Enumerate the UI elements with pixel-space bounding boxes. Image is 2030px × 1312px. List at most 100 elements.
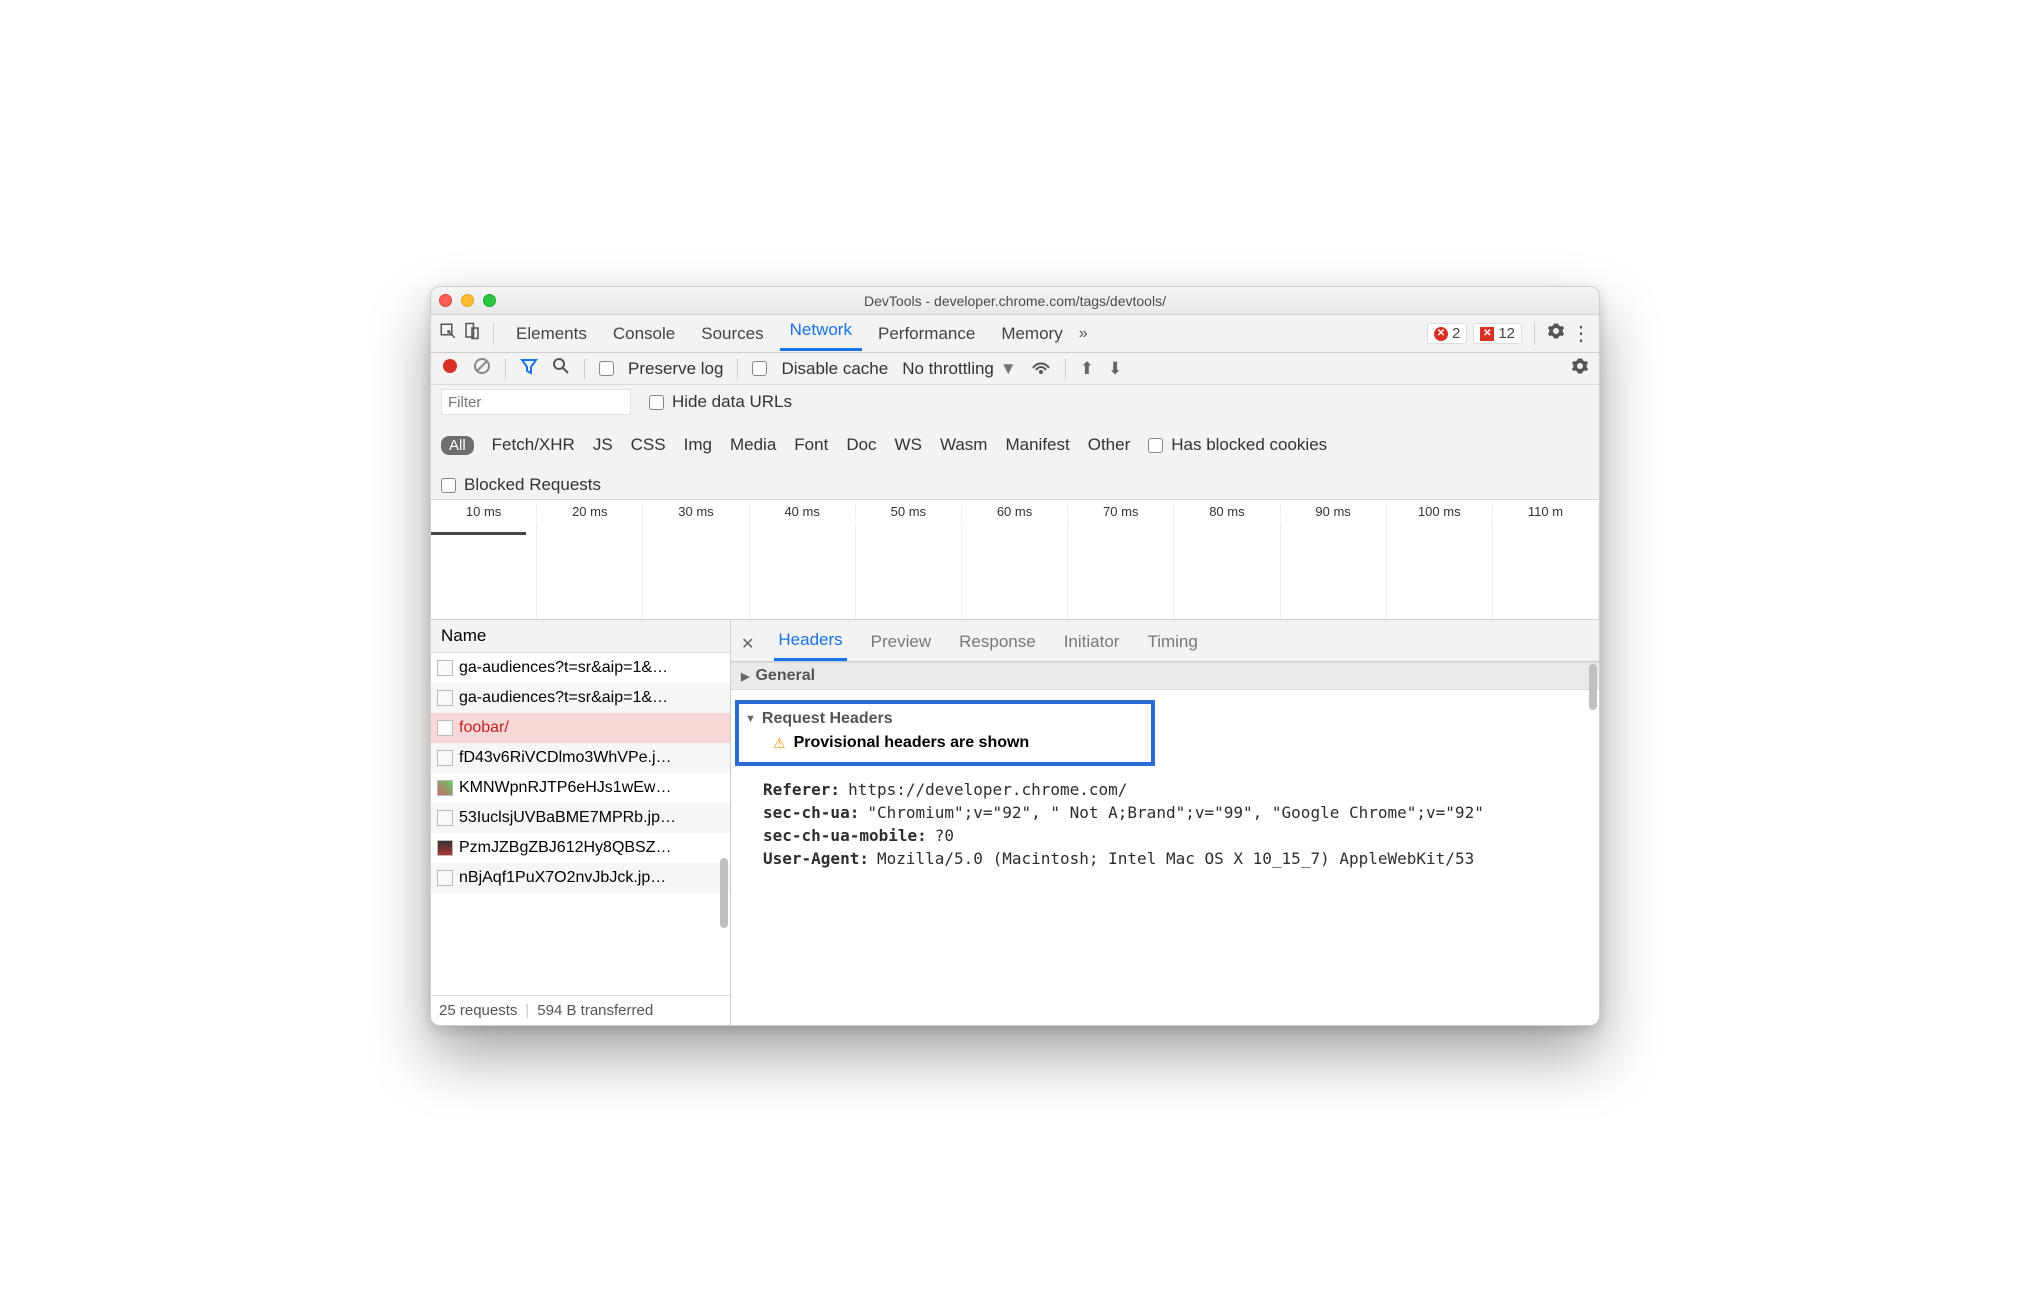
tab-elements[interactable]: Elements [506, 320, 597, 348]
details-tab-timing[interactable]: Timing [1143, 628, 1201, 660]
scrollbar[interactable] [720, 655, 728, 993]
header-key: Referer: [763, 780, 840, 799]
details-panel: ✕ Headers Preview Response Initiator Tim… [731, 620, 1599, 1025]
header-row: sec-ch-ua-mobile: ?0 [763, 824, 1585, 847]
throttling-select[interactable]: No throttling ▼ [902, 359, 1017, 379]
network-toolbar: Preserve log Disable cache No throttling… [431, 353, 1599, 385]
panel-settings-icon[interactable] [1571, 357, 1589, 380]
filter-input[interactable] [441, 389, 631, 415]
request-name: fD43v6RiVCDlmo3WhVPe.j… [459, 749, 672, 767]
type-filter-wasm[interactable]: Wasm [940, 435, 988, 455]
type-filter-font[interactable]: Font [794, 435, 828, 455]
request-name: 53IuclsjUVBaBME7MPRb.jp… [459, 809, 676, 827]
type-filter-fetch[interactable]: Fetch/XHR [492, 435, 575, 455]
status-transferred: 594 B transferred [537, 1002, 653, 1019]
tab-network[interactable]: Network [780, 316, 862, 351]
status-requests: 25 requests [439, 1002, 517, 1019]
type-filter-all[interactable]: All [441, 436, 474, 455]
resource-icon [437, 660, 453, 676]
header-key: sec-ch-ua-mobile: [763, 826, 927, 845]
has-blocked-cookies-checkbox[interactable] [1148, 438, 1163, 453]
request-row[interactable]: foobar/ [431, 713, 730, 743]
details-tab-initiator[interactable]: Initiator [1060, 628, 1124, 660]
blocked-requests-checkbox[interactable] [441, 478, 456, 493]
tab-memory[interactable]: Memory [991, 320, 1072, 348]
waterfall-tick: 90 ms [1281, 504, 1387, 519]
record-button[interactable] [441, 357, 459, 380]
request-row[interactable]: nBjAqf1PuX7O2nvJbJck.jp… [431, 863, 730, 893]
request-row[interactable]: ga-audiences?t=sr&aip=1&… [431, 683, 730, 713]
settings-icon[interactable] [1547, 322, 1565, 345]
close-details-button[interactable]: ✕ [741, 634, 754, 654]
request-name: ga-audiences?t=sr&aip=1&… [459, 659, 668, 677]
header-value: ?0 [935, 826, 954, 845]
import-har-icon[interactable]: ⬆ [1080, 359, 1094, 379]
details-tab-headers[interactable]: Headers [774, 626, 846, 661]
request-headers-section[interactable]: ▼ Request Headers [745, 710, 1141, 728]
request-row[interactable]: fD43v6RiVCDlmo3WhVPe.j… [431, 743, 730, 773]
type-filter-doc[interactable]: Doc [846, 435, 876, 455]
chevron-down-icon: ▼ [1000, 359, 1017, 379]
highlight-box: ▼ Request Headers ⚠ Provisional headers … [735, 700, 1155, 766]
request-row[interactable]: KMNWpnRJTP6eHJs1wEw… [431, 773, 730, 803]
column-header-name[interactable]: Name [431, 620, 730, 653]
tab-console[interactable]: Console [603, 320, 685, 348]
request-row[interactable]: 53IuclsjUVBaBME7MPRb.jp… [431, 803, 730, 833]
waterfall-tick: 50 ms [856, 504, 962, 519]
type-filter-media[interactable]: Media [730, 435, 776, 455]
filter-toggle-icon[interactable] [520, 357, 538, 380]
type-filter-css[interactable]: CSS [631, 435, 666, 455]
header-key: sec-ch-ua: [763, 803, 859, 822]
type-filter-ws[interactable]: WS [895, 435, 922, 455]
type-filter-manifest[interactable]: Manifest [1005, 435, 1069, 455]
details-tab-response[interactable]: Response [955, 628, 1040, 660]
more-tabs-button[interactable]: » [1079, 325, 1088, 343]
separator [1065, 359, 1066, 379]
waterfall[interactable]: 10 ms20 ms30 ms40 ms50 ms60 ms70 ms80 ms… [431, 500, 1599, 620]
details-tab-preview[interactable]: Preview [867, 628, 935, 660]
disable-cache-label: Disable cache [781, 359, 888, 379]
waterfall-tick: 60 ms [962, 504, 1068, 519]
issue-count-badge[interactable]: ✕ 12 [1473, 323, 1522, 344]
error-count-badge[interactable]: ✕ 2 [1427, 323, 1467, 344]
error-count: 2 [1452, 325, 1460, 342]
kebab-menu-icon[interactable]: ⋮ [1571, 321, 1591, 346]
tab-performance[interactable]: Performance [868, 320, 985, 348]
device-toggle-icon[interactable] [463, 322, 481, 345]
inspect-element-icon[interactable] [439, 322, 457, 345]
general-section[interactable]: ▶ General [731, 662, 1599, 690]
export-har-icon[interactable]: ⬇ [1108, 359, 1122, 379]
devtools-window: DevTools - developer.chrome.com/tags/dev… [430, 286, 1600, 1026]
separator [584, 359, 585, 379]
waterfall-tick: 30 ms [643, 504, 749, 519]
scrollbar[interactable] [1589, 664, 1597, 1023]
resource-icon [437, 870, 453, 886]
hide-data-urls-checkbox[interactable] [649, 395, 664, 410]
header-value: Mozilla/5.0 (Macintosh; Intel Mac OS X 1… [877, 849, 1474, 868]
has-blocked-cookies-label: Has blocked cookies [1171, 435, 1327, 455]
details-tabs: ✕ Headers Preview Response Initiator Tim… [731, 620, 1599, 662]
blocked-requests-label: Blocked Requests [464, 475, 601, 495]
waterfall-tick: 40 ms [750, 504, 856, 519]
separator [505, 359, 506, 379]
clear-button[interactable] [473, 357, 491, 380]
tab-sources[interactable]: Sources [691, 320, 773, 348]
search-icon[interactable] [552, 357, 570, 380]
resource-icon [437, 840, 453, 856]
preserve-log-checkbox[interactable] [599, 361, 614, 376]
separator [737, 359, 738, 379]
type-filter-other[interactable]: Other [1088, 435, 1131, 455]
type-filter-img[interactable]: Img [684, 435, 712, 455]
request-row[interactable]: PzmJZBgZBJ612Hy8QBSZ… [431, 833, 730, 863]
request-name: PzmJZBgZBJ612Hy8QBSZ… [459, 839, 672, 857]
disclosure-triangle-icon: ▶ [741, 670, 749, 683]
request-row[interactable]: ga-audiences?t=sr&aip=1&… [431, 653, 730, 683]
type-filter-js[interactable]: JS [593, 435, 613, 455]
separator [1534, 323, 1535, 345]
disable-cache-checkbox[interactable] [752, 361, 767, 376]
devtools-tabs: Elements Console Sources Network Perform… [431, 315, 1599, 353]
filter-bar: Hide data URLs All Fetch/XHR JS CSS Img … [431, 385, 1599, 500]
error-icon: ✕ [1434, 327, 1448, 341]
network-conditions-icon[interactable] [1031, 358, 1051, 379]
waterfall-tick: 20 ms [537, 504, 643, 519]
